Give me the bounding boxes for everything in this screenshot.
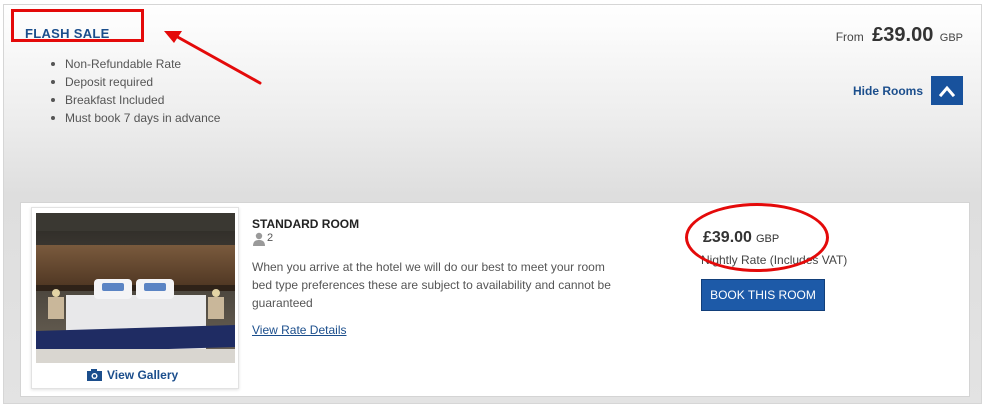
annotation-highlight-box [11, 9, 144, 42]
from-currency: GBP [939, 32, 963, 44]
annotation-arrow [164, 31, 262, 85]
room-thumbnail: View Gallery [31, 207, 239, 389]
feature-item: Must book 7 days in advance [51, 109, 220, 127]
hide-rooms-label[interactable]: Hide Rooms [853, 84, 923, 98]
view-gallery-label[interactable]: View Gallery [107, 368, 178, 382]
room-name: STANDARD ROOM [252, 217, 360, 231]
view-gallery-link[interactable]: View Gallery [87, 368, 178, 382]
occupancy-count: 2 [267, 232, 274, 244]
chevron-up-icon [939, 85, 955, 97]
feature-item: Breakfast Included [51, 91, 220, 109]
hide-rooms-button[interactable] [931, 76, 963, 105]
person-icon [253, 232, 265, 246]
annotation-highlight-ellipse [685, 203, 829, 272]
room-occupancy: 2 [252, 232, 273, 246]
from-label: From [835, 30, 864, 44]
from-price-value: £39.00 [872, 24, 934, 46]
camera-icon [87, 369, 102, 381]
from-price: From £39.00 GBP [836, 24, 963, 47]
room-photo[interactable] [36, 213, 235, 363]
room-description: When you arrive at the hotel we will do … [252, 260, 611, 310]
book-this-room-button[interactable]: BOOK THIS ROOM [701, 279, 825, 311]
hide-rooms-toggle[interactable]: Hide Rooms [853, 76, 963, 105]
view-rate-details-link[interactable]: View Rate Details [252, 323, 347, 337]
